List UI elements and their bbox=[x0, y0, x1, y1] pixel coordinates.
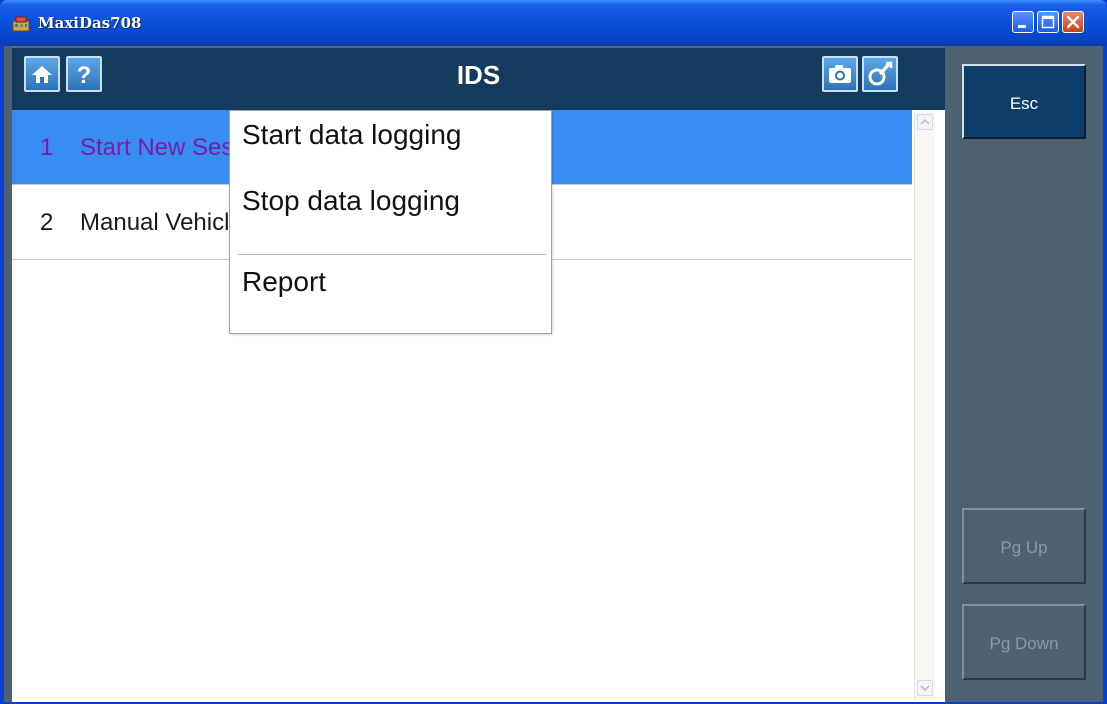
maximize-icon bbox=[1041, 15, 1055, 29]
scroll-up-button[interactable] bbox=[917, 114, 933, 130]
header-bar: ? IDS bbox=[12, 46, 945, 110]
app-window: MaxiDas708 ? IDS 1 Start New Session 2 M… bbox=[0, 0, 1107, 704]
context-menu: Start data logging Stop data logging Rep… bbox=[229, 110, 552, 334]
window-title: MaxiDas708 bbox=[38, 14, 142, 32]
app-icon bbox=[12, 16, 30, 32]
scroll-down-button[interactable] bbox=[917, 680, 933, 696]
esc-button[interactable]: Esc bbox=[962, 64, 1086, 139]
menu-item-report[interactable]: Report bbox=[242, 266, 326, 298]
page-title: IDS bbox=[456, 60, 501, 90]
maximize-button[interactable] bbox=[1037, 11, 1059, 33]
close-button[interactable] bbox=[1062, 11, 1084, 33]
close-icon bbox=[1066, 15, 1080, 29]
vertical-scrollbar[interactable] bbox=[914, 112, 935, 700]
minimize-icon bbox=[1018, 25, 1026, 28]
settings-button[interactable] bbox=[862, 56, 898, 92]
menu-item-stop-data-logging[interactable]: Stop data logging bbox=[242, 185, 460, 217]
page-up-button[interactable]: Pg Up bbox=[962, 508, 1086, 584]
list-item-number: 1 bbox=[40, 134, 54, 161]
screenshot-button[interactable] bbox=[822, 56, 858, 92]
menu-item-start-data-logging[interactable]: Start data logging bbox=[242, 119, 462, 151]
camera-icon bbox=[829, 65, 851, 83]
settings-icon bbox=[868, 61, 893, 86]
page-down-button[interactable]: Pg Down bbox=[962, 604, 1086, 680]
chevron-up-icon bbox=[920, 118, 930, 125]
client-area: ? IDS 1 Start New Session 2 Manual Vehic… bbox=[4, 46, 1103, 702]
list-item-number: 2 bbox=[40, 209, 54, 236]
chevron-down-icon bbox=[920, 685, 930, 692]
minimize-button[interactable] bbox=[1012, 11, 1034, 33]
title-bar[interactable]: MaxiDas708 bbox=[0, 0, 1107, 46]
menu-separator bbox=[238, 254, 546, 255]
